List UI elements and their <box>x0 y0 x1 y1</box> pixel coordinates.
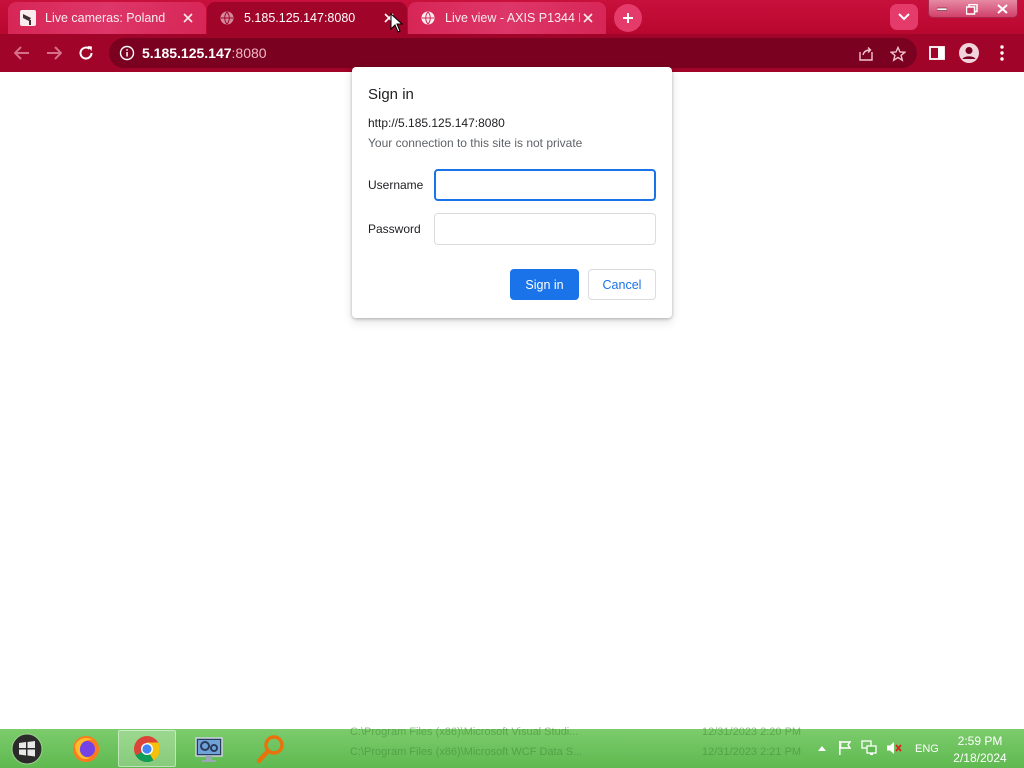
tab-close-icon[interactable] <box>180 10 196 26</box>
tab-title: Live cameras: Poland <box>45 11 166 25</box>
action-center-flag-icon[interactable] <box>837 740 853 756</box>
chrome-icon <box>134 735 161 762</box>
background-window-path: C:\Program Files (x86)\Microsoft Visual … <box>350 726 579 738</box>
tab-5-185-125-147[interactable]: 5.185.125.147:8080 <box>207 2 407 34</box>
tab-close-icon[interactable] <box>580 10 596 26</box>
firefox-icon <box>73 735 99 762</box>
input-language[interactable]: ENG <box>915 743 939 755</box>
background-window-date: 12/31/2023 2:21 PM <box>702 746 802 758</box>
address-bar[interactable]: 5.185.125.147:8080 <box>109 38 917 68</box>
username-label: Username <box>368 178 424 192</box>
tab-title: 5.185.125.147:8080 <box>244 11 356 25</box>
browser-title-bar: Live cameras: Poland 5.185.125.147:8080 … <box>0 0 1024 34</box>
dialog-title: Sign in <box>368 86 414 103</box>
close-window-button[interactable] <box>989 0 1015 18</box>
restore-icon <box>966 3 978 15</box>
remote-desktop-icon <box>195 736 223 762</box>
window-controls <box>928 0 1018 18</box>
clock-time[interactable]: 2:59 PM <box>950 734 1010 748</box>
chevron-down-icon <box>898 13 910 21</box>
globe-icon <box>420 10 436 26</box>
password-label: Password <box>368 222 421 236</box>
back-button[interactable] <box>8 39 36 67</box>
taskbar-app-firefox[interactable] <box>57 730 115 767</box>
forward-button[interactable] <box>40 39 68 67</box>
tab-title: Live view - AXIS P1344 N <box>445 11 580 25</box>
background-window-date: 12/31/2023 2:20 PM <box>702 726 802 738</box>
sign-in-dialog: Sign in http://5.185.125.147:8080 Your c… <box>352 67 672 318</box>
share-icon[interactable] <box>857 45 875 63</box>
taskbar-app-search[interactable] <box>242 730 300 767</box>
volume-muted-icon[interactable] <box>886 740 902 756</box>
minimize-icon <box>937 7 947 11</box>
start-button[interactable] <box>8 731 46 767</box>
info-icon[interactable] <box>119 45 135 61</box>
tab-live-view-axis[interactable]: Live view - AXIS P1344 N <box>408 2 606 34</box>
minimize-button[interactable] <box>929 0 955 18</box>
globe-icon <box>219 10 235 26</box>
side-panel-icon[interactable] <box>926 42 948 64</box>
cancel-button[interactable]: Cancel <box>588 269 656 300</box>
arrow-left-icon <box>14 46 29 60</box>
kebab-menu-icon[interactable] <box>991 42 1013 64</box>
bookmark-star-icon[interactable] <box>889 45 907 63</box>
show-hidden-icons-button[interactable] <box>814 740 830 756</box>
clock-date[interactable]: 2/18/2024 <box>950 751 1010 765</box>
url-port: :8080 <box>231 45 267 61</box>
reload-button[interactable] <box>72 39 100 67</box>
sign-in-button[interactable]: Sign in <box>510 269 579 300</box>
password-field[interactable] <box>434 213 656 245</box>
tab-live-cameras-poland[interactable]: Live cameras: Poland <box>8 2 206 34</box>
camera-favicon-icon <box>20 10 36 26</box>
mouse-cursor-icon <box>390 13 404 33</box>
plus-icon <box>623 13 633 23</box>
arrow-right-icon <box>47 46 62 60</box>
profile-avatar-icon[interactable] <box>958 42 980 64</box>
background-window-path: C:\Program Files (x86)\Microsoft WCF Dat… <box>350 746 583 758</box>
close-icon <box>996 4 1008 14</box>
dialog-warning: Your connection to this site is not priv… <box>368 136 583 150</box>
dialog-url: http://5.185.125.147:8080 <box>368 116 505 130</box>
magnifier-icon <box>256 734 284 763</box>
username-field[interactable] <box>434 169 656 201</box>
network-icon[interactable] <box>861 740 877 756</box>
new-tab-button[interactable] <box>614 4 642 32</box>
url-host: 5.185.125.147 <box>142 45 232 61</box>
reload-icon <box>79 46 93 60</box>
tab-search-button[interactable] <box>890 4 918 30</box>
chevron-up-icon <box>818 746 826 751</box>
taskbar-app-chrome[interactable] <box>118 730 176 767</box>
restore-button[interactable] <box>959 0 985 18</box>
taskbar-app-remote-desktop[interactable] <box>180 730 238 767</box>
windows-logo-icon <box>11 733 43 765</box>
